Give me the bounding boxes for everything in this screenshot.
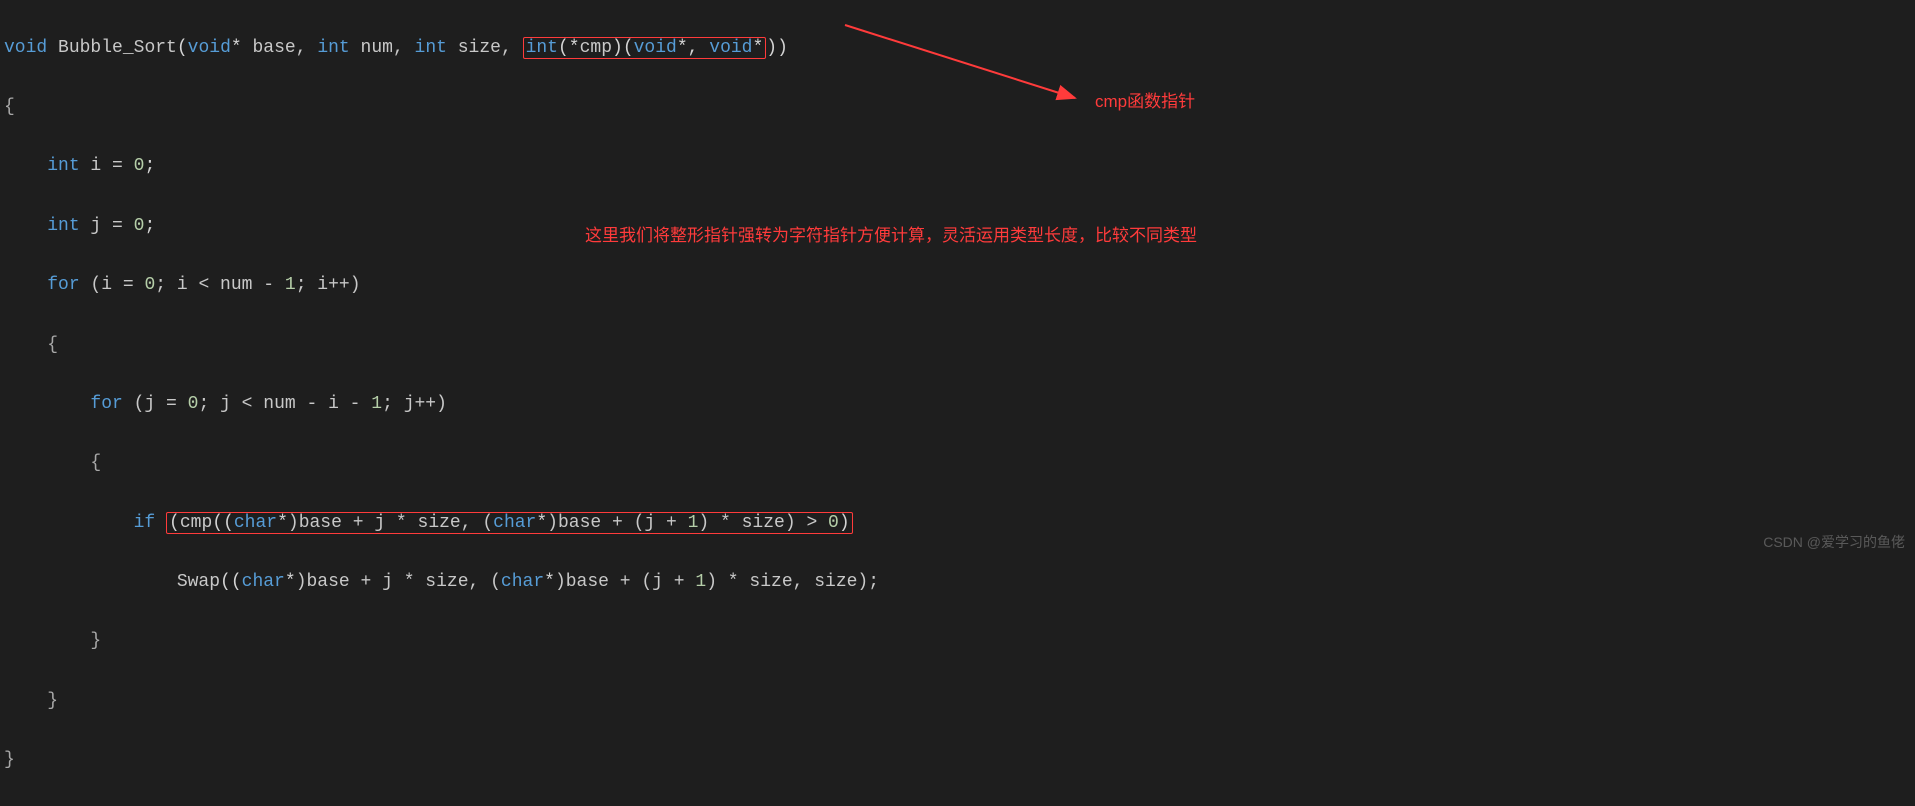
code-block: void Bubble_Sort(void* base, int num, in… [0, 0, 1915, 806]
code-line-8: { [4, 449, 1915, 479]
code-line-11: } [4, 627, 1915, 657]
code-line-6: { [4, 331, 1915, 361]
code-line-5: for (i = 0; i < num - 1; i++) [4, 271, 1915, 301]
code-line-1: void Bubble_Sort(void* base, int num, in… [4, 34, 1915, 64]
highlight-cmp-call: (cmp((char*)base + j * size, (char*)base… [166, 512, 853, 534]
code-line-7: for (j = 0; j < num - i - 1; j++) [4, 390, 1915, 420]
code-line-3: int i = 0; [4, 152, 1915, 182]
function-name: Bubble_Sort [58, 38, 177, 58]
code-line-2: { [4, 93, 1915, 123]
annotation-cast-note: 这里我们将整形指针强转为字符指针方便计算，灵活运用类型长度，比较不同类型 [585, 222, 1197, 250]
code-line-12: } [4, 687, 1915, 717]
code-line-9: if (cmp((char*)base + j * size, (char*)b… [4, 509, 1915, 539]
annotation-cmp-pointer: cmp函数指针 [1095, 88, 1195, 116]
highlight-cmp-param: int(*cmp)(void*, void* [523, 37, 767, 59]
watermark: CSDN @爱学习的鱼佬 [1763, 531, 1905, 554]
code-line-13: } [4, 746, 1915, 776]
keyword-void: void [4, 38, 47, 58]
code-line-10: Swap((char*)base + j * size, (char*)base… [4, 568, 1915, 598]
